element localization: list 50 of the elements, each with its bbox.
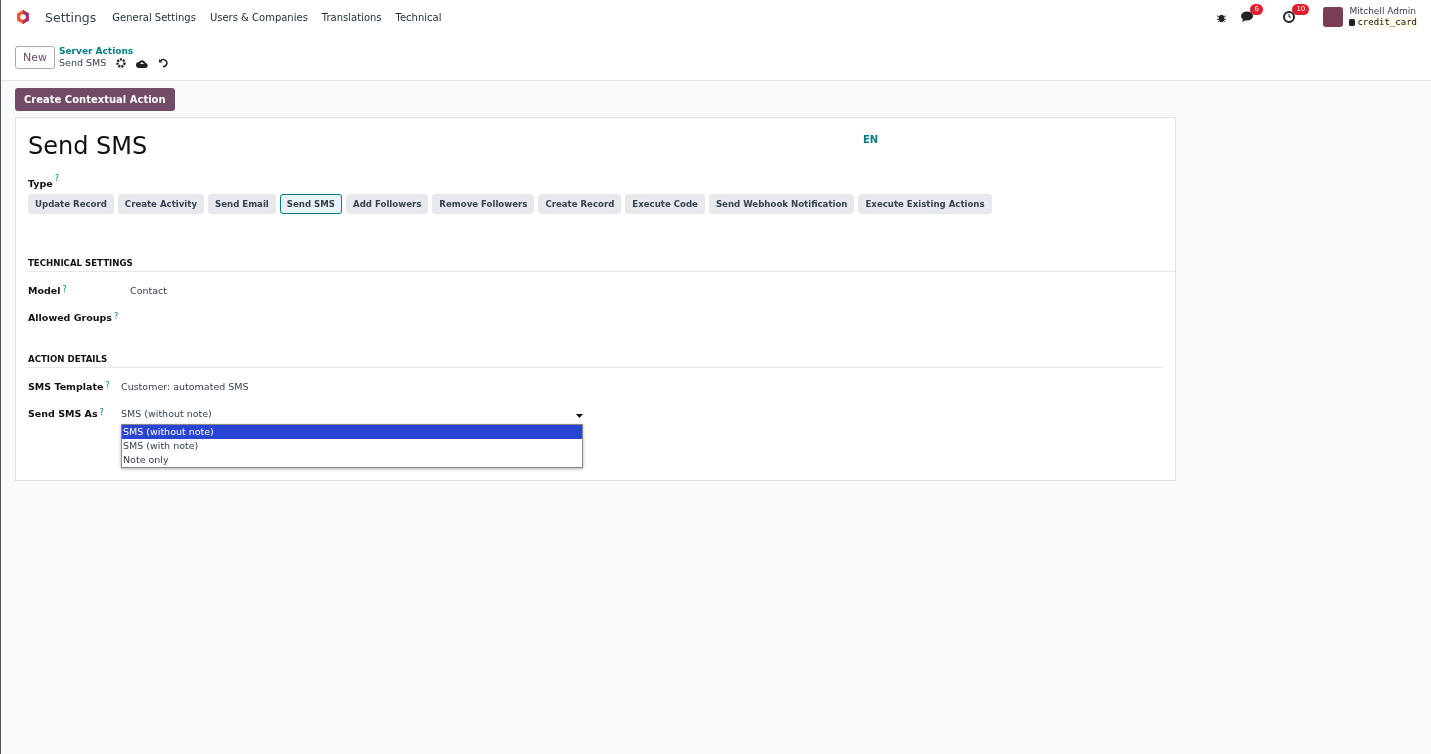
- database-icon: [1349, 19, 1356, 26]
- breadcrumb-link[interactable]: Server Actions: [59, 45, 169, 57]
- field-label: Allowed Groups: [28, 312, 112, 323]
- field-label: Model: [28, 285, 61, 296]
- type-option[interactable]: Execute Existing Actions: [858, 194, 992, 214]
- help-icon[interactable]: ?: [99, 408, 104, 419]
- field-label: Send SMS As: [28, 408, 98, 419]
- dropdown-option[interactable]: Note only: [122, 453, 582, 467]
- dropdown-option[interactable]: SMS (without note): [122, 425, 582, 439]
- type-option[interactable]: Create Record: [538, 194, 622, 214]
- type-option[interactable]: Update Record: [28, 194, 114, 214]
- type-option[interactable]: Send SMS: [279, 194, 343, 214]
- language-button[interactable]: EN: [863, 134, 879, 160]
- caret-icon: [576, 414, 583, 418]
- database-name: credit_card: [1357, 17, 1417, 28]
- avatar[interactable]: [1323, 7, 1344, 27]
- type-option[interactable]: Remove Followers: [432, 194, 535, 214]
- type-option[interactable]: Create Activity: [117, 194, 204, 214]
- field-value: Customer: automated SMS: [121, 381, 249, 392]
- help-icon[interactable]: ?: [54, 173, 60, 183]
- record-title: Send SMS: [28, 132, 149, 160]
- menu-item[interactable]: Technical: [395, 11, 442, 23]
- user-name[interactable]: Mitchell Admin: [1349, 6, 1417, 17]
- undo-icon[interactable]: [158, 58, 169, 68]
- field-value: Contact: [130, 285, 167, 296]
- create-contextual-action-button[interactable]: Create Contextual Action: [15, 88, 175, 111]
- section-title: TECHNICAL SETTINGS: [28, 258, 1175, 272]
- chat-icon[interactable]: [1241, 11, 1256, 23]
- type-option[interactable]: Send Webhook Notification: [708, 194, 855, 214]
- cloud-upload-icon[interactable]: [136, 58, 149, 68]
- clock-icon[interactable]: [1283, 11, 1296, 23]
- type-option[interactable]: Add Followers: [346, 194, 429, 214]
- breadcrumb-current: Send SMS: [59, 57, 107, 69]
- new-button[interactable]: New: [15, 45, 55, 69]
- app-name[interactable]: Settings: [45, 9, 97, 25]
- menu-item[interactable]: General Settings: [112, 11, 196, 23]
- dropdown-option[interactable]: SMS (with note): [122, 439, 582, 453]
- select-field[interactable]: SMS (without note): [121, 408, 583, 420]
- type-option[interactable]: Execute Code: [625, 194, 705, 214]
- field-label: Type: [28, 178, 53, 189]
- menu-item[interactable]: Users & Companies: [209, 11, 308, 23]
- section-title: ACTION DETAILS: [28, 354, 1163, 368]
- help-icon[interactable]: ?: [105, 381, 110, 392]
- menu-item[interactable]: Translations: [321, 11, 382, 23]
- settings-icon[interactable]: [116, 58, 127, 68]
- type-option[interactable]: Send Email: [208, 194, 276, 214]
- logo-icon: [15, 9, 31, 25]
- help-icon[interactable]: ?: [113, 312, 119, 323]
- help-icon[interactable]: ?: [62, 285, 67, 296]
- field-label: SMS Template: [28, 381, 104, 392]
